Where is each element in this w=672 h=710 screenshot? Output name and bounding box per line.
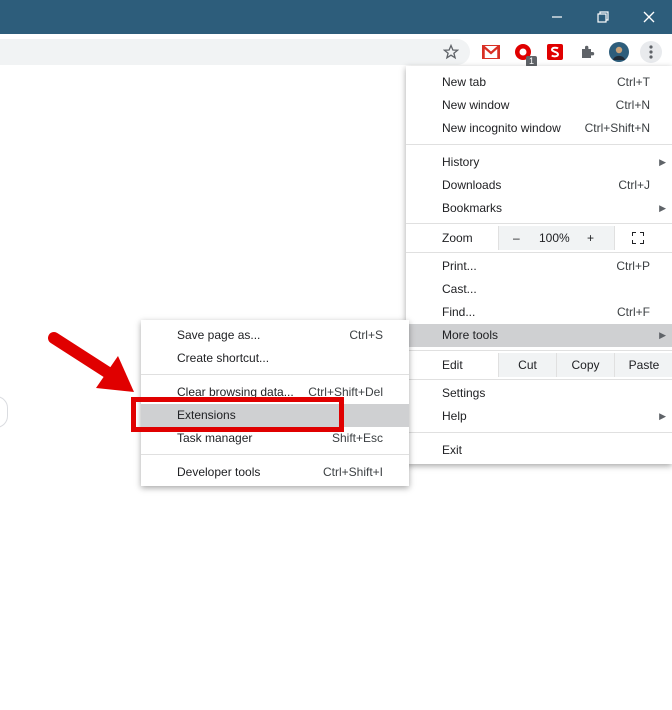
kebab-menu-icon — [649, 45, 653, 59]
menu-item-shortcut: Ctrl+T — [617, 75, 650, 89]
menu-item-new-incognito[interactable]: New incognito window Ctrl+Shift+N — [406, 117, 672, 140]
submenu-item-label: Create shortcut... — [177, 351, 270, 365]
browser-toolbar: 1 — [0, 34, 672, 68]
menu-item-label: Exit — [442, 443, 463, 457]
zoom-label: Zoom — [442, 231, 473, 245]
chrome-menu: New tab Ctrl+T New window Ctrl+N New inc… — [406, 66, 672, 464]
menu-divider — [406, 379, 672, 380]
extensions-puzzle-button[interactable] — [576, 41, 598, 63]
zoom-in-button[interactable]: + — [587, 226, 594, 250]
menu-item-help[interactable]: Help ▶ — [406, 405, 672, 428]
zoom-controls: – 100% + — [498, 226, 615, 250]
menu-item-label: Print... — [442, 259, 477, 273]
menu-item-more-tools[interactable]: More tools ▶ — [406, 324, 672, 347]
paste-button[interactable]: Paste — [614, 353, 672, 377]
menu-item-shortcut: Ctrl+Shift+N — [584, 121, 650, 135]
menu-item-label: Downloads — [442, 178, 502, 192]
submenu-item-label: Developer tools — [177, 465, 261, 479]
submenu-item-shortcut: Ctrl+Shift+I — [322, 465, 383, 479]
submenu-item-create-shortcut[interactable]: Create shortcut... — [141, 347, 409, 370]
zoom-out-button[interactable]: – — [513, 226, 520, 250]
submenu-arrow-icon: ▶ — [659, 411, 666, 421]
menu-item-shortcut: Ctrl+N — [615, 98, 650, 112]
gmail-extension-button[interactable] — [480, 41, 502, 63]
menu-item-shortcut: Ctrl+J — [618, 178, 650, 192]
menu-item-shortcut: Ctrl+F — [617, 305, 650, 319]
minimize-button[interactable] — [534, 0, 580, 34]
cut-button[interactable]: Cut — [498, 353, 556, 377]
menu-item-label: Cast... — [442, 282, 477, 296]
highlight-box-annotation — [131, 397, 344, 432]
edit-row: Edit Cut Copy Paste — [406, 353, 672, 377]
menu-item-print[interactable]: Print... Ctrl+P — [406, 255, 672, 278]
menu-item-find[interactable]: Find... Ctrl+F — [406, 301, 672, 324]
menu-item-new-tab[interactable]: New tab Ctrl+T — [406, 71, 672, 94]
submenu-arrow-icon: ▶ — [659, 330, 666, 340]
submenu-item-shortcut: Ctrl+S — [349, 328, 383, 342]
red-extension-button[interactable]: 1 — [512, 41, 537, 67]
puzzle-icon — [582, 45, 595, 58]
title-bar — [0, 0, 672, 34]
menu-item-label: Find... — [442, 305, 476, 319]
submenu-item-save-page[interactable]: Save page as... Ctrl+S — [141, 324, 409, 347]
menu-item-settings[interactable]: Settings — [406, 382, 672, 405]
avatar — [609, 42, 629, 62]
submenu-item-developer-tools[interactable]: Developer tools Ctrl+Shift+I — [141, 461, 409, 484]
menu-item-label: New incognito window — [442, 121, 561, 135]
submenu-arrow-icon: ▶ — [659, 203, 666, 213]
close-icon — [643, 11, 655, 23]
menu-item-exit[interactable]: Exit — [406, 439, 672, 462]
menu-item-label: History — [442, 155, 480, 169]
menu-item-label: Settings — [442, 386, 486, 400]
chrome-menu-button[interactable] — [640, 41, 662, 63]
profile-avatar-button[interactable] — [608, 41, 630, 63]
copy-button[interactable]: Copy — [556, 353, 614, 377]
menu-item-label: Bookmarks — [442, 201, 503, 215]
menu-item-label: New tab — [442, 75, 487, 89]
edit-label: Edit — [442, 358, 463, 372]
red-arrow-annotation — [48, 332, 134, 392]
zoom-row: Zoom – 100% + — [406, 226, 672, 250]
submenu-arrow-icon: ▶ — [659, 157, 666, 167]
menu-divider — [141, 374, 409, 375]
menu-item-downloads[interactable]: Downloads Ctrl+J — [406, 174, 672, 197]
menu-divider — [406, 350, 672, 351]
menu-item-label: Help — [442, 409, 467, 423]
menu-item-cast[interactable]: Cast... — [406, 278, 672, 301]
close-button[interactable] — [626, 0, 672, 34]
gmail-icon — [482, 45, 500, 59]
menu-item-shortcut: Ctrl+P — [616, 259, 650, 273]
minimize-icon — [552, 16, 562, 18]
menu-divider — [141, 454, 409, 455]
menu-item-history[interactable]: History ▶ — [406, 151, 672, 174]
submenu-item-label: Save page as... — [177, 328, 261, 342]
zoom-level: 100% — [539, 231, 570, 245]
extension-s-icon — [547, 44, 563, 60]
menu-divider — [406, 432, 672, 433]
page-edge-element — [0, 396, 8, 428]
menu-item-new-window[interactable]: New window Ctrl+N — [406, 94, 672, 117]
restore-icon — [597, 11, 609, 23]
menu-item-bookmarks[interactable]: Bookmarks ▶ — [406, 197, 672, 220]
star-icon — [443, 44, 459, 60]
menu-divider — [406, 223, 672, 224]
menu-divider — [406, 144, 672, 145]
fullscreen-icon[interactable] — [632, 232, 644, 244]
address-bar[interactable] — [0, 39, 470, 65]
menu-item-label: New window — [442, 98, 510, 112]
bookmark-star-button[interactable] — [440, 41, 462, 63]
menu-divider — [406, 252, 672, 253]
menu-item-label: More tools — [442, 328, 499, 342]
restore-button[interactable] — [580, 0, 626, 34]
s-extension-button[interactable] — [544, 41, 566, 63]
